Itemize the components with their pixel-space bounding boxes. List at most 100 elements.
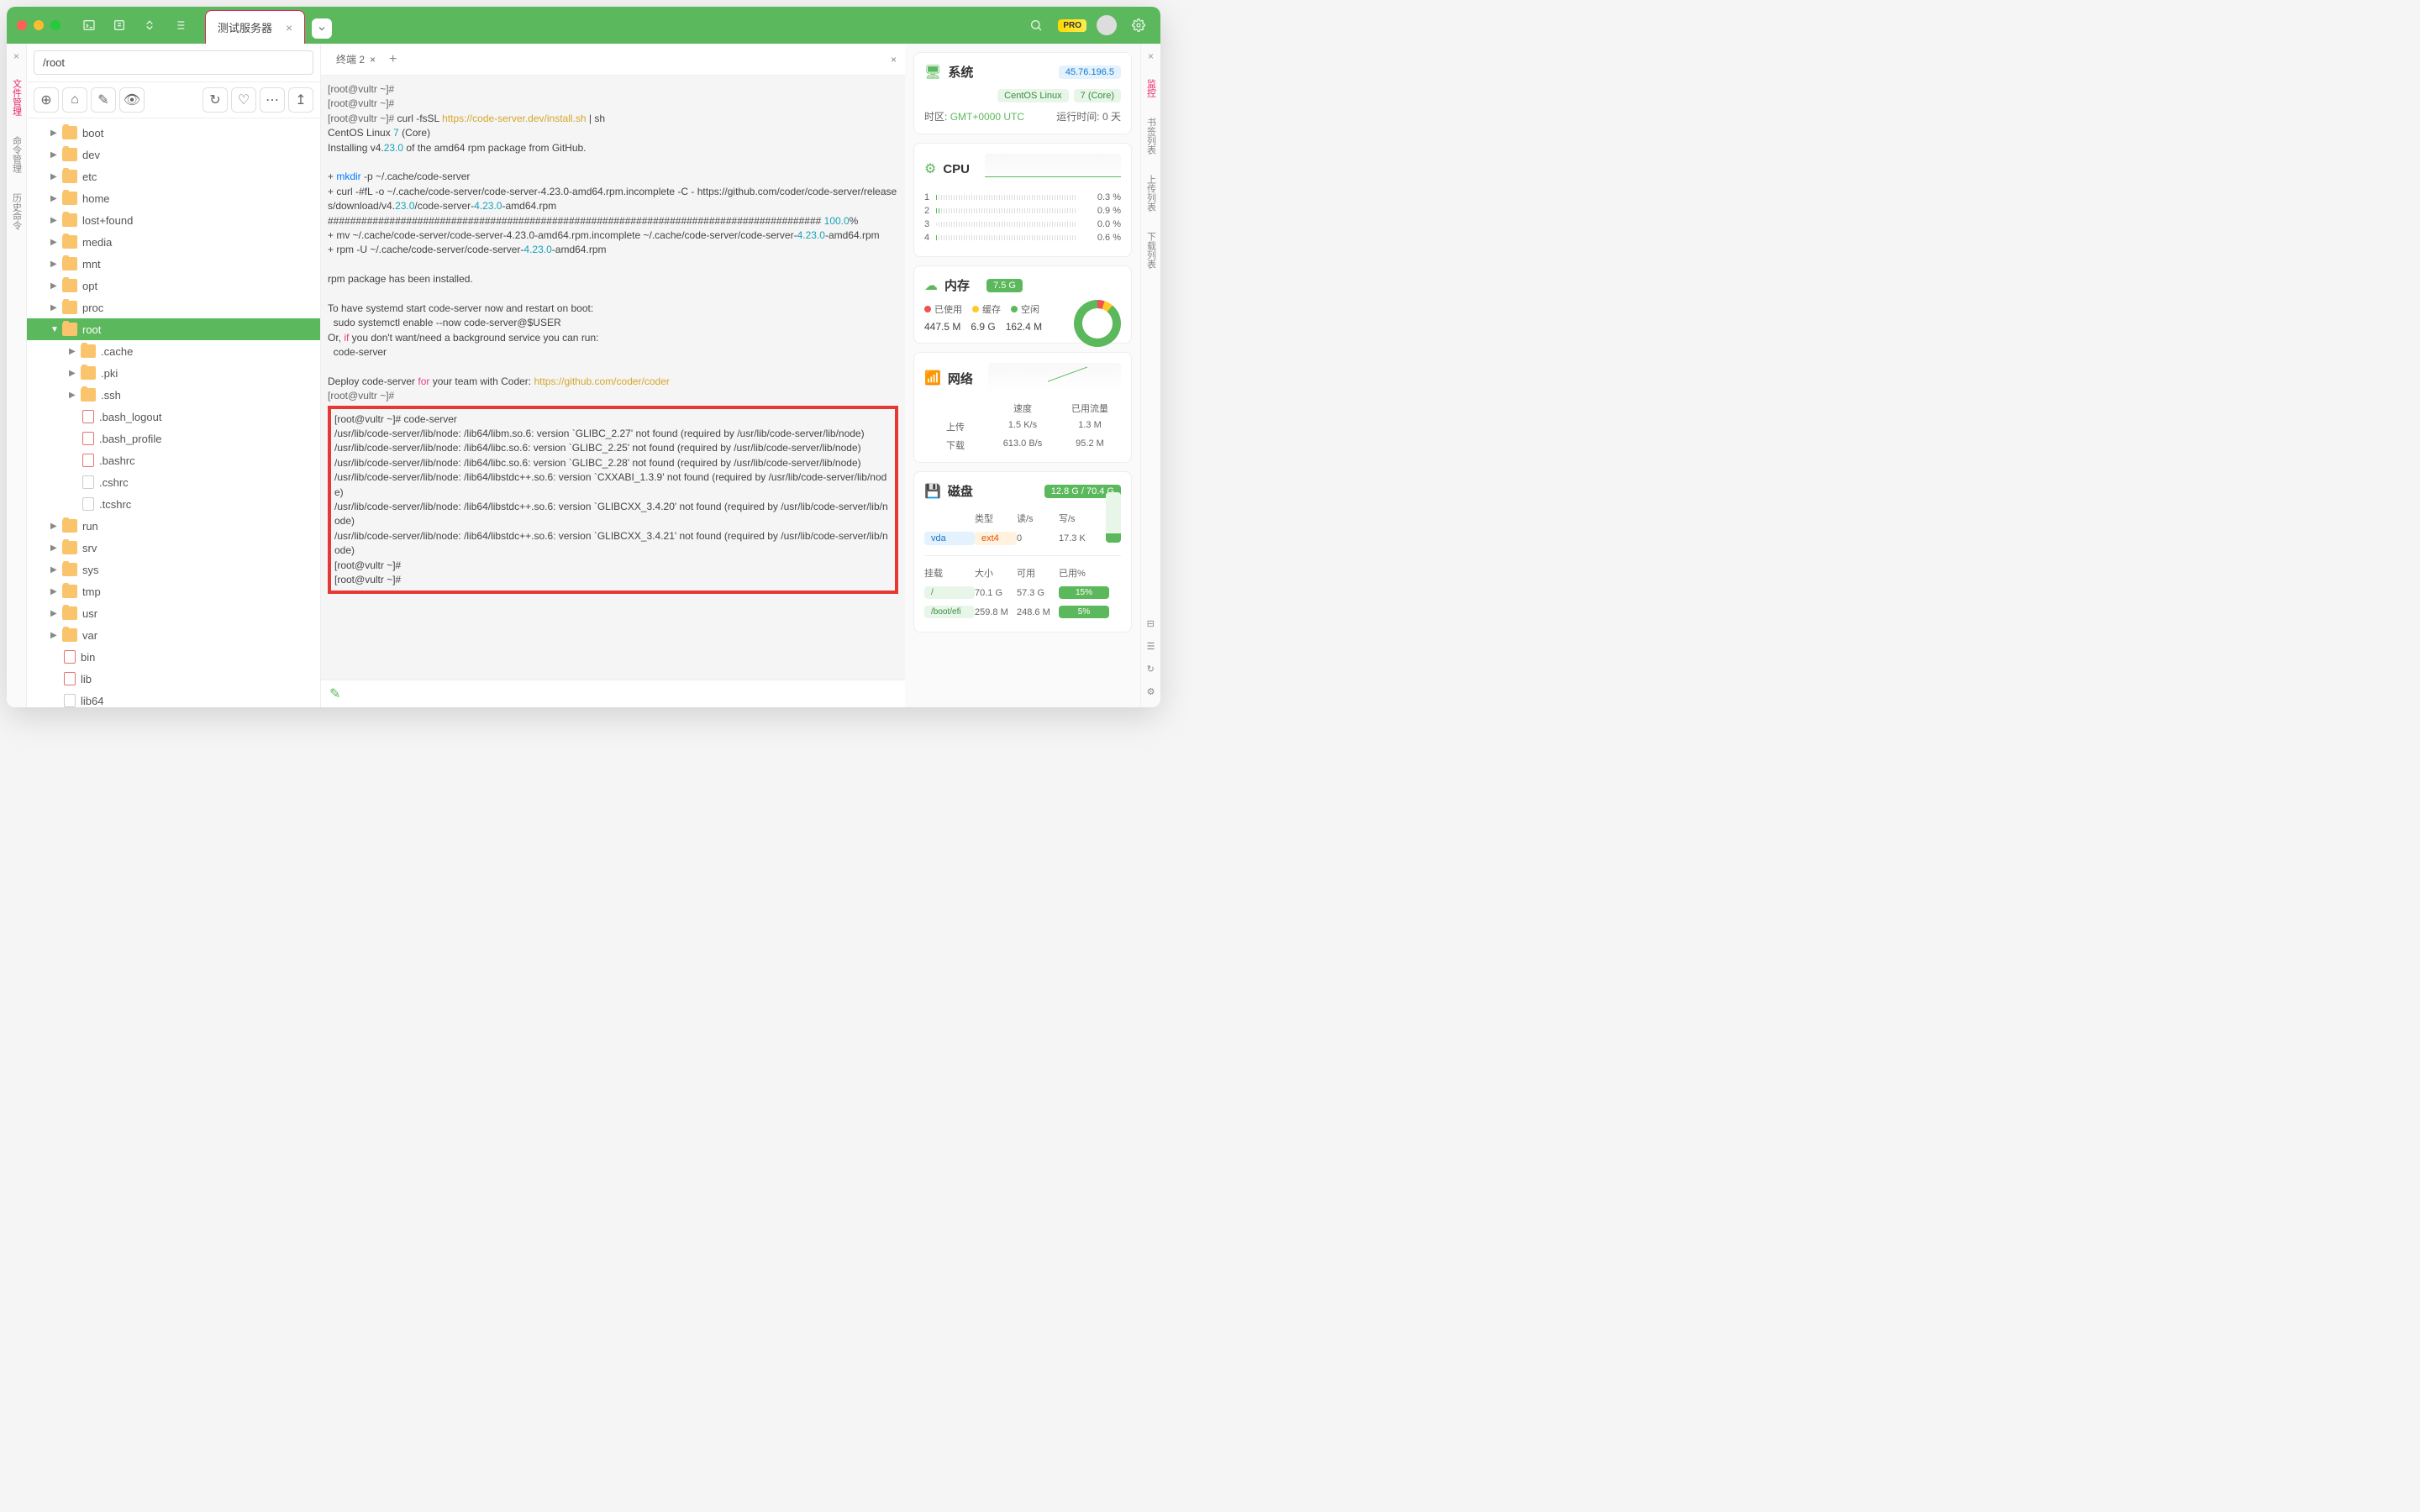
tree-item-tmp[interactable]: ▶tmp xyxy=(27,580,320,602)
uptime-label: 运行时间: xyxy=(1056,111,1099,123)
rail-file-manager[interactable]: 文件管理 xyxy=(10,76,24,119)
view-button[interactable]: 👁 xyxy=(119,87,145,113)
close-window-button[interactable] xyxy=(17,20,27,30)
search-icon[interactable] xyxy=(1024,13,1048,37)
window-controls xyxy=(17,20,60,30)
favorite-button[interactable]: ♡ xyxy=(231,87,256,113)
more-button[interactable]: ⋯ xyxy=(260,87,285,113)
tree-item-srv[interactable]: ▶srv xyxy=(27,537,320,559)
expand-icon[interactable]: ⊟ xyxy=(1147,618,1155,629)
file-toolbar: ⊕ ⌂ ✎ 👁 ↻ ♡ ⋯ ↥ xyxy=(27,82,320,118)
memory-title: 内存 xyxy=(944,276,970,294)
tree-item-.tcshrc[interactable]: .tcshrc xyxy=(27,493,320,515)
memory-card: ☁ 内存 7.5 G 已使用缓存空闲 447.5 M6.9 G162.4 M xyxy=(913,265,1132,344)
reload-icon[interactable]: ↻ xyxy=(1147,664,1155,675)
system-card: 🖥 系统 45.76.196.5 CentOS Linux 7 (Core) 时… xyxy=(913,52,1132,134)
wifi-icon: 📶 xyxy=(924,370,941,386)
pro-badge: PRO xyxy=(1058,19,1086,32)
terminal-icon[interactable] xyxy=(77,13,101,37)
tree-item-.ssh[interactable]: ▶.ssh xyxy=(27,384,320,406)
tree-item-etc[interactable]: ▶etc xyxy=(27,165,320,187)
tree-item-media[interactable]: ▶media xyxy=(27,231,320,253)
cpu-title: CPU xyxy=(943,162,970,176)
snippet-icon[interactable] xyxy=(108,13,131,37)
pen-icon[interactable]: ✎ xyxy=(329,687,340,701)
minimize-window-button[interactable] xyxy=(34,20,44,30)
server-tab[interactable]: 测试服务器 × xyxy=(205,10,305,44)
network-card: 📶 网络 速度已用流量上传1.5 K/s1.3 M下载613.0 B/s95.2… xyxy=(913,352,1132,463)
terminal-tab-close[interactable]: × xyxy=(370,54,376,66)
rail-downloads[interactable]: 下载列表 xyxy=(1144,228,1158,272)
terminal-tab-label: 终端 2 xyxy=(336,52,365,66)
path-input[interactable] xyxy=(34,50,313,75)
upload-button[interactable]: ↥ xyxy=(288,87,313,113)
terminal-panel: 终端 2 × + × [root@vultr ~]#[root@vultr ~]… xyxy=(321,44,905,707)
tree-item-var[interactable]: ▶var xyxy=(27,624,320,646)
refresh-button[interactable]: ↻ xyxy=(203,87,228,113)
tree-item-usr[interactable]: ▶usr xyxy=(27,602,320,624)
terminal-tab[interactable]: 终端 2 × xyxy=(329,49,382,70)
rail-history[interactable]: 历史命令 xyxy=(10,190,24,234)
tree-item-boot[interactable]: ▶boot xyxy=(27,122,320,144)
uptime-value: 0 天 xyxy=(1102,111,1121,123)
system-title: 系统 xyxy=(948,63,973,81)
tree-item-dev[interactable]: ▶dev xyxy=(27,144,320,165)
rail-monitor[interactable]: 监控 xyxy=(1144,76,1158,101)
network-title: 网络 xyxy=(948,370,973,387)
tab-close-icon[interactable]: × xyxy=(286,21,292,34)
home-button[interactable]: ⌂ xyxy=(62,87,87,113)
tree-item-sys[interactable]: ▶sys xyxy=(27,559,320,580)
settings-icon[interactable] xyxy=(1127,13,1150,37)
edit-button[interactable]: ✎ xyxy=(91,87,116,113)
tree-item-lib[interactable]: lib xyxy=(27,668,320,690)
tab-title: 测试服务器 xyxy=(218,19,272,35)
disk-chart xyxy=(1106,492,1121,543)
tz-label: 时区: xyxy=(924,111,947,123)
tree-item-.bash_logout[interactable]: .bash_logout xyxy=(27,406,320,428)
tree-item-mnt[interactable]: ▶mnt xyxy=(27,253,320,275)
disk-icon: 💾 xyxy=(924,483,941,500)
tree-item-proc[interactable]: ▶proc xyxy=(27,297,320,318)
transfer-icon[interactable] xyxy=(138,13,161,37)
right-rail-close[interactable]: × xyxy=(1148,50,1154,62)
rail-bookmarks[interactable]: 书签列表 xyxy=(1144,114,1158,158)
monitor-icon: 🖥 xyxy=(924,64,941,81)
tree-item-.cshrc[interactable]: .cshrc xyxy=(27,471,320,493)
terminal-output[interactable]: [root@vultr ~]#[root@vultr ~]#[root@vult… xyxy=(321,76,905,680)
tree-item-.bash_profile[interactable]: .bash_profile xyxy=(27,428,320,449)
disk-title: 磁盘 xyxy=(948,482,973,500)
tree-item-opt[interactable]: ▶opt xyxy=(27,275,320,297)
tz-value: GMT+0000 UTC xyxy=(950,111,1024,123)
menu-icon[interactable]: ☰ xyxy=(1147,641,1155,652)
avatar[interactable] xyxy=(1097,15,1117,35)
memory-chart xyxy=(1074,300,1121,347)
tab-dropdown-button[interactable] xyxy=(312,18,332,39)
gear-icon[interactable]: ⚙ xyxy=(1147,686,1155,697)
tree-item-lib64[interactable]: lib64 xyxy=(27,690,320,707)
list-icon[interactable] xyxy=(168,13,192,37)
tree-item-home[interactable]: ▶home xyxy=(27,187,320,209)
maximize-window-button[interactable] xyxy=(50,20,60,30)
file-tree: ▶boot▶dev▶etc▶home▶lost+found▶media▶mnt▶… xyxy=(27,118,320,707)
cloud-icon: ☁ xyxy=(924,277,938,294)
tree-item-run[interactable]: ▶run xyxy=(27,515,320,537)
tree-item-lost+found[interactable]: ▶lost+found xyxy=(27,209,320,231)
tree-item-.pki[interactable]: ▶.pki xyxy=(27,362,320,384)
monitor-panel: 🖥 系统 45.76.196.5 CentOS Linux 7 (Core) 时… xyxy=(905,44,1140,707)
tree-item-bin[interactable]: bin xyxy=(27,646,320,668)
disk-card: 💾 磁盘 12.8 G / 70.4 G 类型读/s写/svdaext4017.… xyxy=(913,471,1132,633)
terminal-panel-close[interactable]: × xyxy=(891,54,897,66)
tree-item-.cache[interactable]: ▶.cache xyxy=(27,340,320,362)
titlebar: 测试服务器 × PRO xyxy=(7,7,1160,44)
rail-uploads[interactable]: 上传列表 xyxy=(1144,171,1158,215)
tree-item-.bashrc[interactable]: .bashrc xyxy=(27,449,320,471)
memory-badge: 7.5 G xyxy=(986,279,1023,292)
rail-command-manager[interactable]: 命令管理 xyxy=(10,133,24,176)
core-badge: 7 (Core) xyxy=(1074,89,1121,102)
locate-button[interactable]: ⊕ xyxy=(34,87,59,113)
terminal-add-button[interactable]: + xyxy=(389,52,397,67)
cpu-icon: ⚙ xyxy=(924,160,936,177)
ip-badge: 45.76.196.5 xyxy=(1059,66,1121,79)
left-rail-close[interactable]: × xyxy=(13,50,19,62)
tree-item-root[interactable]: ▼root xyxy=(27,318,320,340)
